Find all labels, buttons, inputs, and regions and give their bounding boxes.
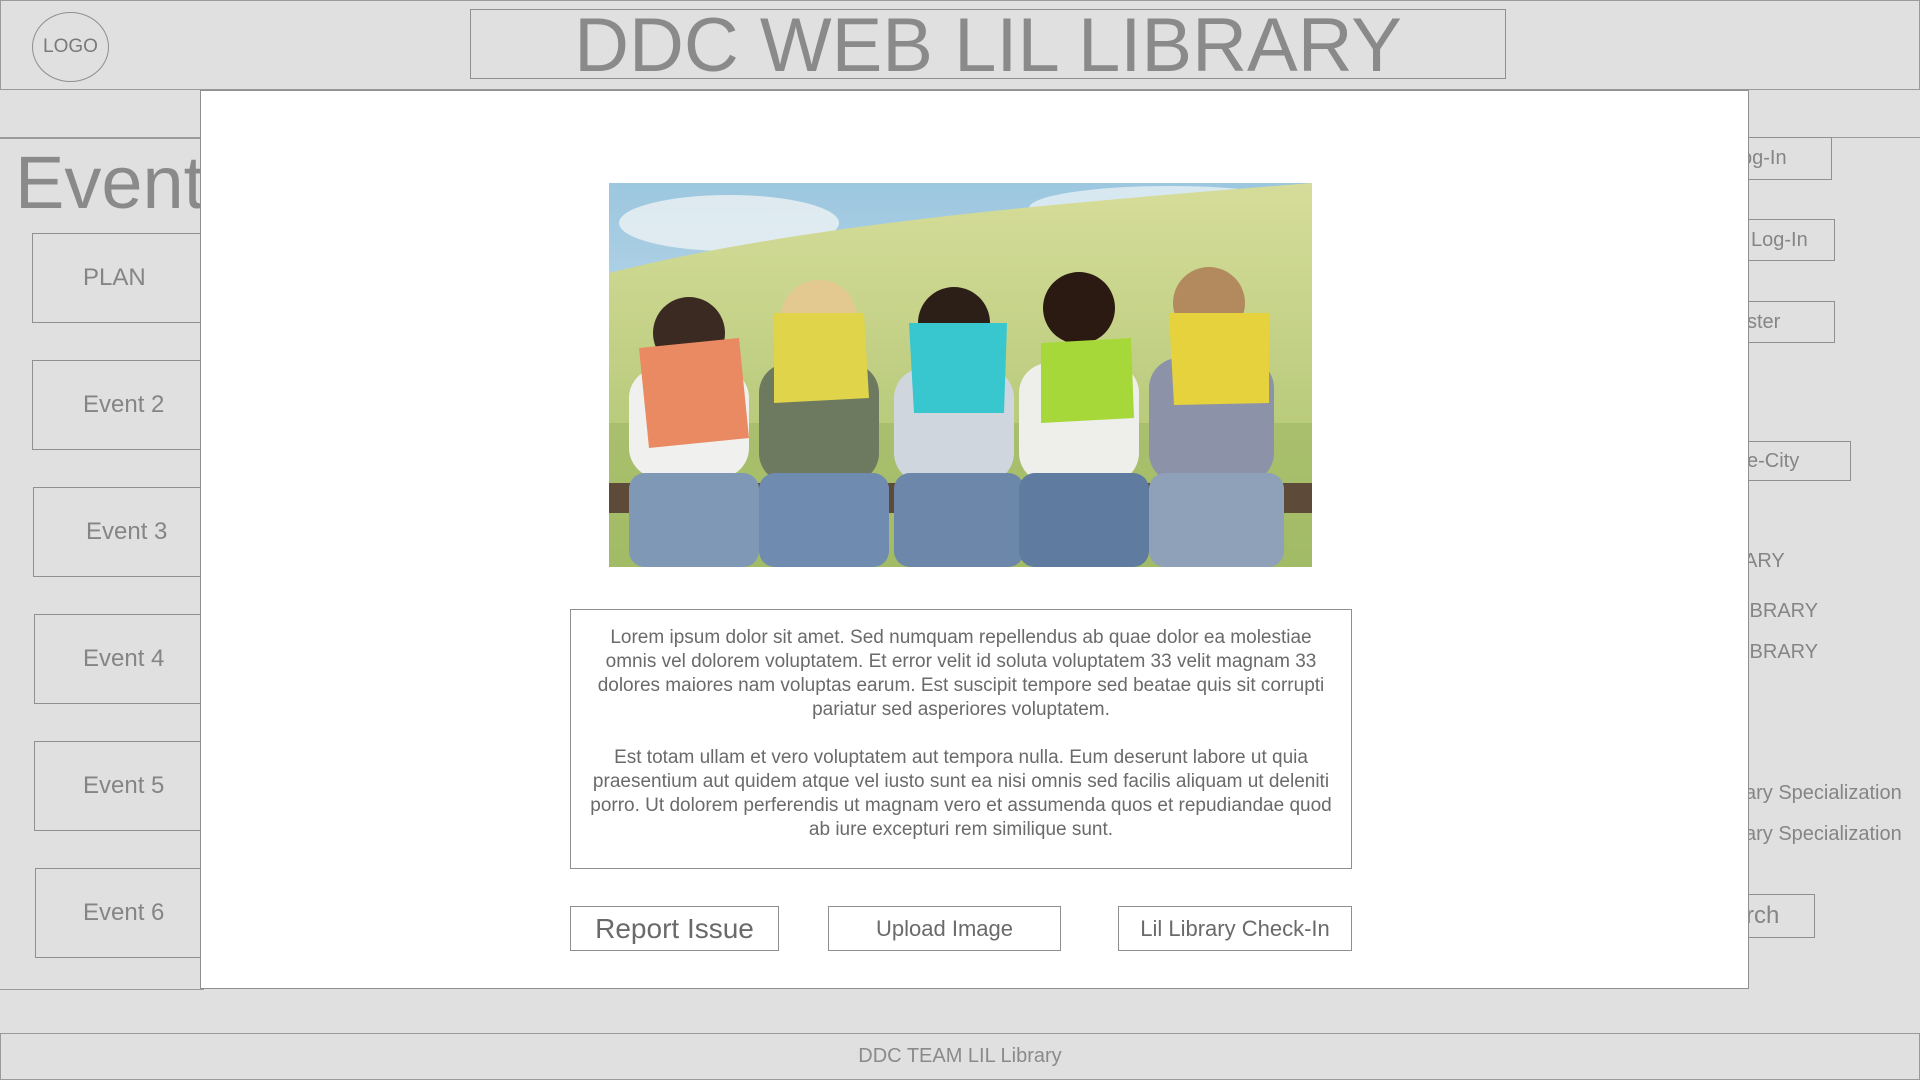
sidebar-item-event-4[interactable]: Event 4 — [34, 614, 214, 704]
event-description: Lorem ipsum dolor sit amet. Sed numquam … — [570, 609, 1352, 869]
upload-image-button[interactable]: Upload Image — [828, 906, 1061, 951]
specialization-option-1[interactable]: ary Specialization — [1745, 781, 1902, 805]
sidebar-item-event-3[interactable]: Event 3 — [33, 487, 213, 577]
footer-band — [0, 990, 1920, 1034]
site-title: DDC WEB LIL LIBRARY — [470, 8, 1506, 84]
event-detail-modal: Lorem ipsum dolor sit amet. Sed numquam … — [200, 90, 1749, 989]
description-paragraph-2: Est totam ullam et vero voluptatem aut t… — [590, 747, 1332, 840]
logo[interactable]: LOGO — [32, 12, 109, 82]
checkin-button[interactable]: Lil Library Check-In — [1118, 906, 1352, 951]
library-link-2[interactable]: IBRARY — [1744, 599, 1818, 623]
report-issue-button[interactable]: Report Issue — [570, 906, 779, 951]
site-header: LOGO DDC WEB LIL LIBRARY — [0, 0, 1920, 90]
library-link-3[interactable]: IBRARY — [1744, 640, 1818, 664]
sidebar-item-event-5[interactable]: Event 5 — [34, 741, 214, 831]
sidebar-item-plan[interactable]: PLAN — [32, 233, 212, 323]
footer: DDC TEAM LIL Library — [0, 1033, 1920, 1080]
library-link-1[interactable]: ARY — [1744, 549, 1785, 573]
description-paragraph-1: Lorem ipsum dolor sit amet. Sed numquam … — [597, 627, 1325, 720]
event-image — [609, 183, 1312, 567]
sidebar-item-event-6[interactable]: Event 6 — [35, 868, 215, 958]
specialization-option-2[interactable]: ary Specialization — [1745, 822, 1902, 846]
sidebar-item-event-2[interactable]: Event 2 — [32, 360, 212, 450]
